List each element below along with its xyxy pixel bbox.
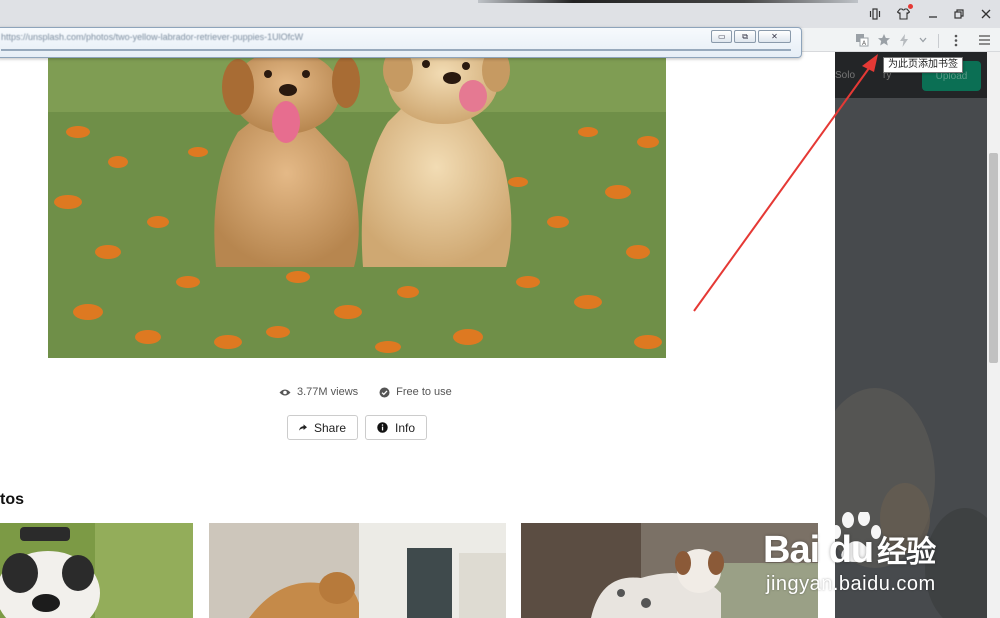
browser-window: { "browser": { "url_text": "https://unsp… xyxy=(0,0,1000,618)
annotation-arrow xyxy=(693,54,878,312)
